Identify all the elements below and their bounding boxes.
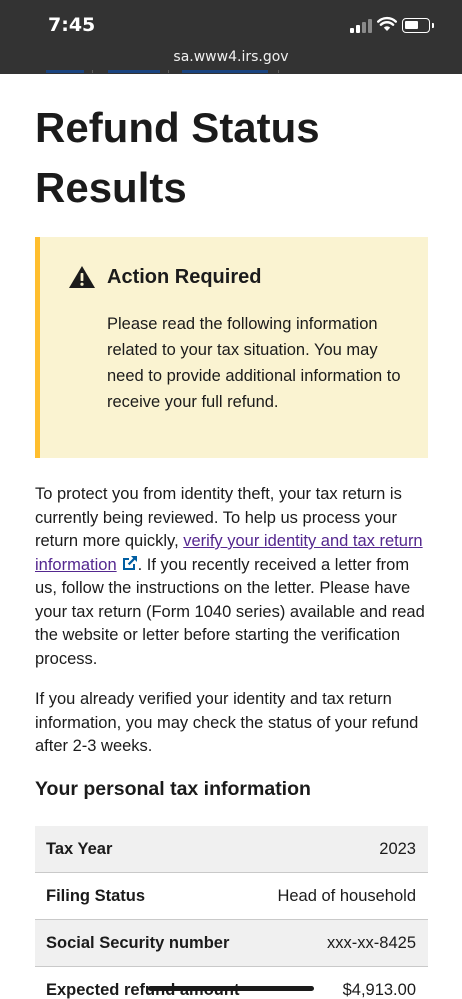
alert-heading: Action Required (107, 266, 262, 288)
row-value: 2023 (379, 840, 416, 858)
table-row: Social Security number xxx-xx-8425 (35, 920, 428, 967)
page-title: Refund Status Results (35, 104, 320, 211)
clock: 7:45 (48, 14, 96, 36)
home-indicator[interactable] (148, 986, 314, 991)
tax-info-table: Tax Year 2023 Filing Status Head of hous… (35, 826, 428, 999)
cellular-signal-icon (350, 19, 372, 33)
row-value: Head of household (277, 887, 416, 905)
row-label: Tax Year (46, 840, 113, 858)
row-value: $4,913.00 (342, 981, 416, 999)
breadcrumb[interactable] (46, 70, 286, 74)
wifi-icon (377, 16, 397, 31)
table-row: Tax Year 2023 (35, 826, 428, 873)
alert-body: Please read the following information re… (107, 315, 401, 411)
status-bar: 7:45 sa.www4.irs.gov (0, 0, 462, 74)
identity-review-paragraph: To protect you from identity theft, your… (35, 483, 430, 671)
table-row: Filing Status Head of household (35, 873, 428, 920)
tax-info-heading: Your personal tax information (35, 778, 311, 800)
warning-icon (69, 266, 95, 288)
external-link-icon[interactable] (121, 555, 138, 572)
row-label: Social Security number (46, 934, 230, 952)
verified-status-paragraph: If you already verified your identity an… (35, 690, 419, 755)
action-required-alert: Action Required Please read the followin… (35, 237, 428, 458)
row-label: Filing Status (46, 887, 145, 905)
row-label: Expected refund amount (46, 981, 240, 999)
row-value: xxx-xx-8425 (327, 934, 416, 952)
battery-icon (402, 18, 434, 33)
table-row: Expected refund amount $4,913.00 (35, 967, 428, 999)
address-bar-url[interactable]: sa.www4.irs.gov (0, 49, 462, 65)
